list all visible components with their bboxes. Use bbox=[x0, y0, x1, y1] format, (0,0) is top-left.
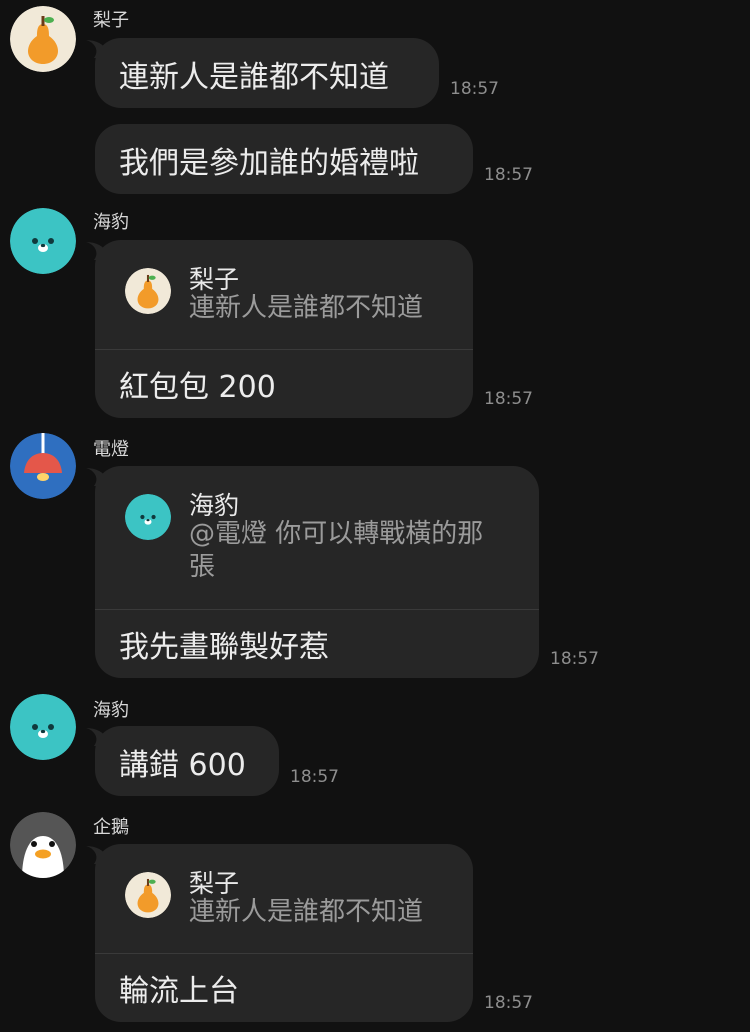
reply-avatar bbox=[125, 872, 171, 918]
reply-preview[interactable]: 海豹 @電燈 你可以轉戰橫的那 張 bbox=[95, 466, 539, 610]
sender-name: 海豹 bbox=[93, 212, 129, 233]
message-text: 我們是參加誰的婚禮啦 bbox=[119, 146, 419, 181]
message-time: 18:57 bbox=[550, 649, 599, 669]
avatar-lamp[interactable] bbox=[10, 433, 76, 499]
lamp-icon bbox=[10, 433, 76, 499]
pear-icon bbox=[10, 6, 76, 72]
message-text: 連新人是誰都不知道 bbox=[119, 60, 389, 95]
penguin-icon bbox=[10, 812, 76, 878]
sender-name: 梨子 bbox=[93, 10, 129, 31]
message-bubble[interactable]: 海豹 @電燈 你可以轉戰橫的那 張 我先畫聯製好惹 bbox=[95, 466, 539, 678]
avatar-seal[interactable] bbox=[10, 694, 76, 760]
sender-name: 企鵝 bbox=[93, 817, 129, 838]
message-bubble[interactable]: 梨子 連新人是誰都不知道 輪流上台 bbox=[95, 844, 473, 1022]
reply-preview[interactable]: 梨子 連新人是誰都不知道 bbox=[95, 240, 473, 350]
message-time: 18:57 bbox=[484, 993, 533, 1013]
message-text: 紅包包 200 bbox=[119, 370, 276, 405]
message-time: 18:57 bbox=[290, 767, 339, 787]
reply-text-line-1: @電燈 你可以轉戰橫的那 bbox=[189, 519, 484, 549]
reply-avatar bbox=[125, 268, 171, 314]
sender-name: 電燈 bbox=[93, 439, 129, 460]
message-bubble[interactable]: 我們是參加誰的婚禮啦 bbox=[95, 124, 473, 194]
sender-name: 海豹 bbox=[93, 700, 129, 721]
reply-sender-name: 梨子 bbox=[189, 869, 240, 898]
pear-icon bbox=[125, 268, 171, 314]
reply-text: 連新人是誰都不知道 bbox=[189, 293, 424, 323]
message-time: 18:57 bbox=[484, 165, 533, 185]
avatar-seal[interactable] bbox=[10, 208, 76, 274]
message-text: 講錯 600 bbox=[119, 748, 246, 783]
reply-preview[interactable]: 梨子 連新人是誰都不知道 bbox=[95, 844, 473, 954]
message-bubble[interactable]: 講錯 600 bbox=[95, 726, 279, 796]
avatar-pear[interactable] bbox=[10, 6, 76, 72]
reply-text-line-2: 張 bbox=[189, 552, 216, 582]
message-bubble[interactable]: 梨子 連新人是誰都不知道 紅包包 200 bbox=[95, 240, 473, 418]
message-time: 18:57 bbox=[450, 79, 499, 99]
seal-icon bbox=[125, 494, 171, 540]
pear-icon bbox=[125, 872, 171, 918]
message-text: 我先畫聯製好惹 bbox=[119, 630, 329, 665]
reply-sender-name: 梨子 bbox=[189, 265, 240, 294]
message-text: 輪流上台 bbox=[119, 974, 239, 1009]
message-time: 18:57 bbox=[484, 389, 533, 409]
reply-avatar bbox=[125, 494, 171, 540]
reply-sender-name: 海豹 bbox=[189, 491, 240, 520]
reply-text: 連新人是誰都不知道 bbox=[189, 897, 424, 927]
avatar-penguin[interactable] bbox=[10, 812, 76, 878]
seal-icon bbox=[10, 694, 76, 760]
seal-icon bbox=[10, 208, 76, 274]
message-bubble[interactable]: 連新人是誰都不知道 bbox=[95, 38, 439, 108]
